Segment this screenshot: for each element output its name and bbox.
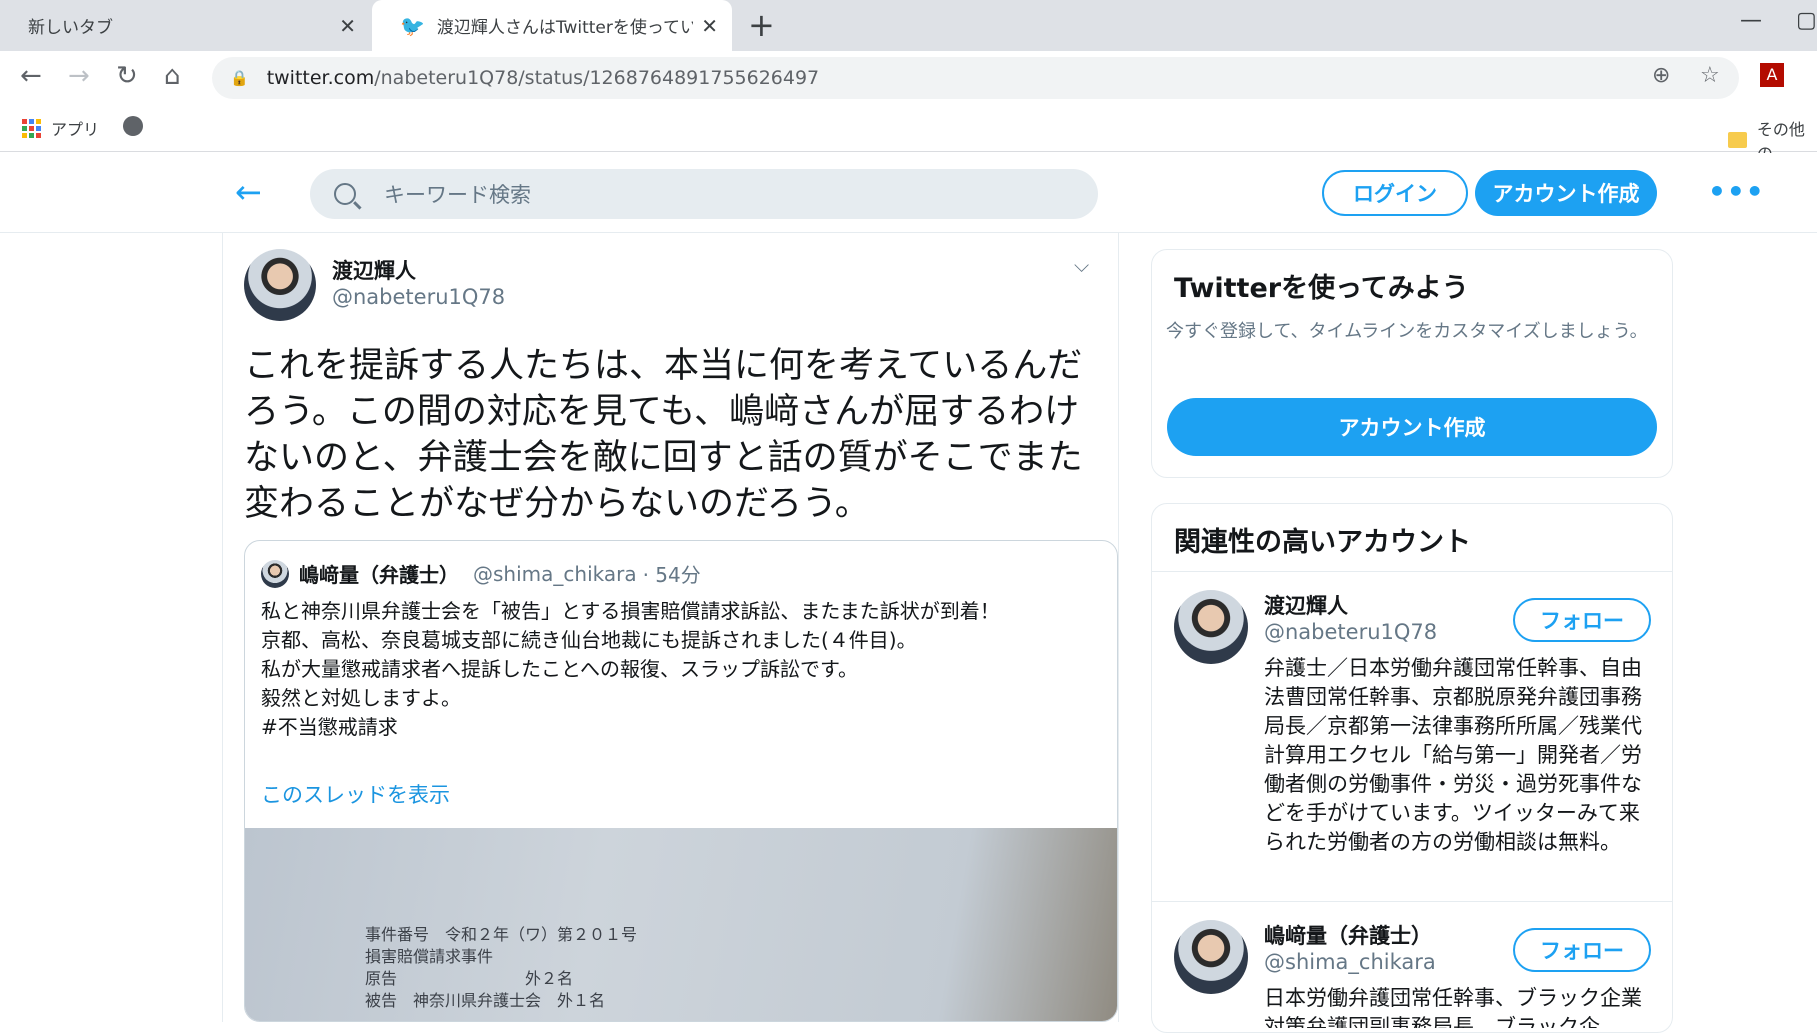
lock-icon[interactable]: 🔒 bbox=[230, 69, 249, 87]
account-handle[interactable]: @nabeteru1Q78 bbox=[1264, 620, 1437, 644]
cta-signup-button[interactable]: アカウント作成 bbox=[1167, 398, 1657, 456]
tweet-author-handle[interactable]: @nabeteru1Q78 bbox=[332, 285, 505, 309]
quoted-line: 私と神奈川県弁護士会を「被告」とする損害賠償請求訴訟、またまた訴状が到着！ bbox=[261, 599, 1000, 623]
reload-icon[interactable]: ↻ bbox=[116, 61, 138, 91]
new-tab-icon[interactable]: + bbox=[748, 6, 775, 44]
twitter-bird-icon: 🐦 bbox=[400, 13, 425, 38]
account-card[interactable]: 渡辺輝人 @nabeteru1Q78 フォロー 弁護士／日本労働弁護団常任幹事、… bbox=[1152, 571, 1672, 901]
twitter-header: ← キーワード検索 ログイン アカウント作成 ••• bbox=[0, 153, 1817, 233]
search-icon bbox=[334, 183, 356, 205]
quoted-tweet-header: 嶋﨑量（弁護士） @shima_chikara · 54分 bbox=[261, 559, 701, 588]
avatar[interactable] bbox=[1174, 590, 1248, 664]
minimize-icon[interactable]: — bbox=[1740, 8, 1762, 33]
apps-bookmark[interactable]: アプリ bbox=[22, 116, 99, 140]
search-placeholder: キーワード検索 bbox=[384, 183, 531, 207]
tab-title: 新しいタブ bbox=[28, 18, 113, 38]
account-bio: 弁護士／日本労働弁護団常任幹事、自由法曹団常任幹事、京都脱原発弁護団事務局長／京… bbox=[1264, 656, 1642, 854]
quoted-tweet-text: 私と神奈川県弁護士会を「被告」とする損害賠償請求訴訟、またまた訴状が到着！ 京都… bbox=[261, 597, 1101, 742]
column-divider bbox=[1118, 233, 1119, 1022]
quoted-hashtag[interactable]: #不当懲戒請求 bbox=[261, 713, 1101, 742]
quoted-tweet[interactable]: 嶋﨑量（弁護士） @shima_chikara · 54分 私と神奈川県弁護士会… bbox=[244, 540, 1118, 1022]
login-button[interactable]: ログイン bbox=[1322, 170, 1468, 216]
follow-button[interactable]: フォロー bbox=[1513, 928, 1651, 972]
cta-title: Twitterを使ってみよう bbox=[1174, 273, 1469, 304]
pdf-extension-icon[interactable]: A bbox=[1760, 63, 1784, 87]
url-field[interactable]: 🔒 twitter.com/nabeteru1Q78/status/126876… bbox=[212, 57, 1739, 99]
tab-title: 渡辺輝人さんはTwitterを使っています bbox=[436, 18, 694, 38]
account-name[interactable]: 嶋﨑量（弁護士） bbox=[1264, 920, 1432, 950]
photo-line: 原告 外２名 bbox=[365, 969, 574, 988]
chevron-down-icon[interactable]: ⌵ bbox=[1074, 253, 1089, 277]
tweet-text: これを提訴する人たちは、本当に何を考えているんだろう。この間の対応を見ても、嶋﨑… bbox=[244, 346, 1083, 524]
quoted-tweet-photo[interactable]: 事件番号 令和２年（ワ）第２０１号 損害賠償請求事件 原告 外２名 被告 神奈川… bbox=[245, 828, 1117, 1021]
quoted-line: 毅然と対処しますよ。 bbox=[261, 686, 461, 710]
avatar bbox=[261, 559, 289, 588]
bookmark-star-icon[interactable]: ☆ bbox=[1700, 63, 1720, 88]
photo-line: 事件番号 令和２年（ワ）第２０１号 bbox=[365, 925, 638, 944]
tweet-author-name[interactable]: 渡辺輝人 bbox=[332, 255, 416, 285]
quoted-author-name: 嶋﨑量（弁護士） bbox=[299, 563, 459, 587]
signup-cta-panel: Twitterを使ってみよう 今すぐ登録して、タイムラインをカスタマイズしましょ… bbox=[1151, 249, 1673, 478]
quoted-line: 私が大量懲戒請求者へ提訴したことへの報復、スラップ訴訟です。 bbox=[261, 657, 858, 681]
forward-icon[interactable]: → bbox=[68, 61, 90, 91]
photo-document-text: 事件番号 令和２年（ワ）第２０１号 損害賠償請求事件 原告 外２名 被告 神奈川… bbox=[365, 924, 637, 1012]
globe-bookmark[interactable] bbox=[123, 116, 143, 136]
account-name[interactable]: 渡辺輝人 bbox=[1264, 590, 1348, 620]
maximize-icon[interactable]: ▢ bbox=[1796, 8, 1817, 33]
address-bar-row: ← → ↻ ⌂ 🔒 twitter.com/nabeteru1Q78/statu… bbox=[0, 51, 1817, 104]
show-thread-link[interactable]: このスレッドを表示 bbox=[261, 779, 450, 809]
cta-description: 今すぐ登録して、タイムラインをカスタマイズしましょう。 bbox=[1166, 321, 1648, 342]
follow-button[interactable]: フォロー bbox=[1513, 598, 1651, 642]
globe-icon bbox=[123, 116, 143, 136]
bookmarks-bar: アプリ その他の bbox=[0, 104, 1817, 163]
close-icon[interactable]: ✕ bbox=[339, 14, 356, 38]
account-card[interactable]: 嶋﨑量（弁護士） @shima_chikara フォロー 日本労働弁護団常任幹事… bbox=[1152, 901, 1672, 1032]
url-host: twitter.com bbox=[266, 67, 375, 89]
home-icon[interactable]: ⌂ bbox=[164, 61, 181, 91]
signup-button[interactable]: アカウント作成 bbox=[1475, 170, 1657, 216]
quoted-author-handle: @shima_chikara bbox=[473, 561, 637, 586]
close-icon[interactable]: ✕ bbox=[701, 14, 718, 38]
account-handle[interactable]: @shima_chikara bbox=[1264, 950, 1436, 974]
photo-line: 被告 神奈川県弁護士会 外１名 bbox=[365, 991, 606, 1010]
tweet: 渡辺輝人 @nabeteru1Q78 ⌵ これを提訴する人たちは、本当に何を考え… bbox=[222, 233, 1118, 1022]
tab-twitter[interactable]: 🐦 渡辺輝人さんはTwitterを使っています ✕ bbox=[372, 0, 732, 51]
url-path: /nabeteru1Q78/status/1268764891755626497 bbox=[374, 67, 820, 89]
quoted-line: 京都、高松、奈良葛城支部に続き仙台地裁にも提訴されました(４件目)。 bbox=[261, 628, 917, 652]
related-accounts-panel: 関連性の高いアカウント 渡辺輝人 @nabeteru1Q78 フォロー 弁護士／… bbox=[1151, 503, 1673, 1033]
search-input[interactable]: キーワード検索 bbox=[310, 169, 1098, 219]
account-bio: 日本労働弁護団常任幹事、ブラック企業対策弁護団副事務局長、ブラック企 bbox=[1264, 986, 1642, 1028]
avatar[interactable] bbox=[244, 249, 316, 321]
apps-label: アプリ bbox=[51, 120, 100, 139]
related-title: 関連性の高いアカウント bbox=[1174, 527, 1471, 558]
folder-icon bbox=[1728, 132, 1747, 148]
back-arrow-icon[interactable]: ← bbox=[235, 173, 262, 211]
apps-grid-icon bbox=[22, 118, 41, 138]
tab-new-tab[interactable]: 新しいタブ ✕ bbox=[0, 0, 370, 51]
more-icon[interactable]: ••• bbox=[1708, 175, 1765, 208]
add-icon[interactable]: ⊕ bbox=[1652, 63, 1670, 88]
avatar[interactable] bbox=[1174, 920, 1248, 994]
browser-tabstrip: 新しいタブ ✕ 🐦 渡辺輝人さんはTwitterを使っています ✕ + — ▢ bbox=[0, 0, 1817, 51]
back-icon[interactable]: ← bbox=[20, 61, 42, 91]
quoted-time: · 54分 bbox=[642, 563, 701, 587]
photo-line: 損害賠償請求事件 bbox=[365, 947, 494, 966]
